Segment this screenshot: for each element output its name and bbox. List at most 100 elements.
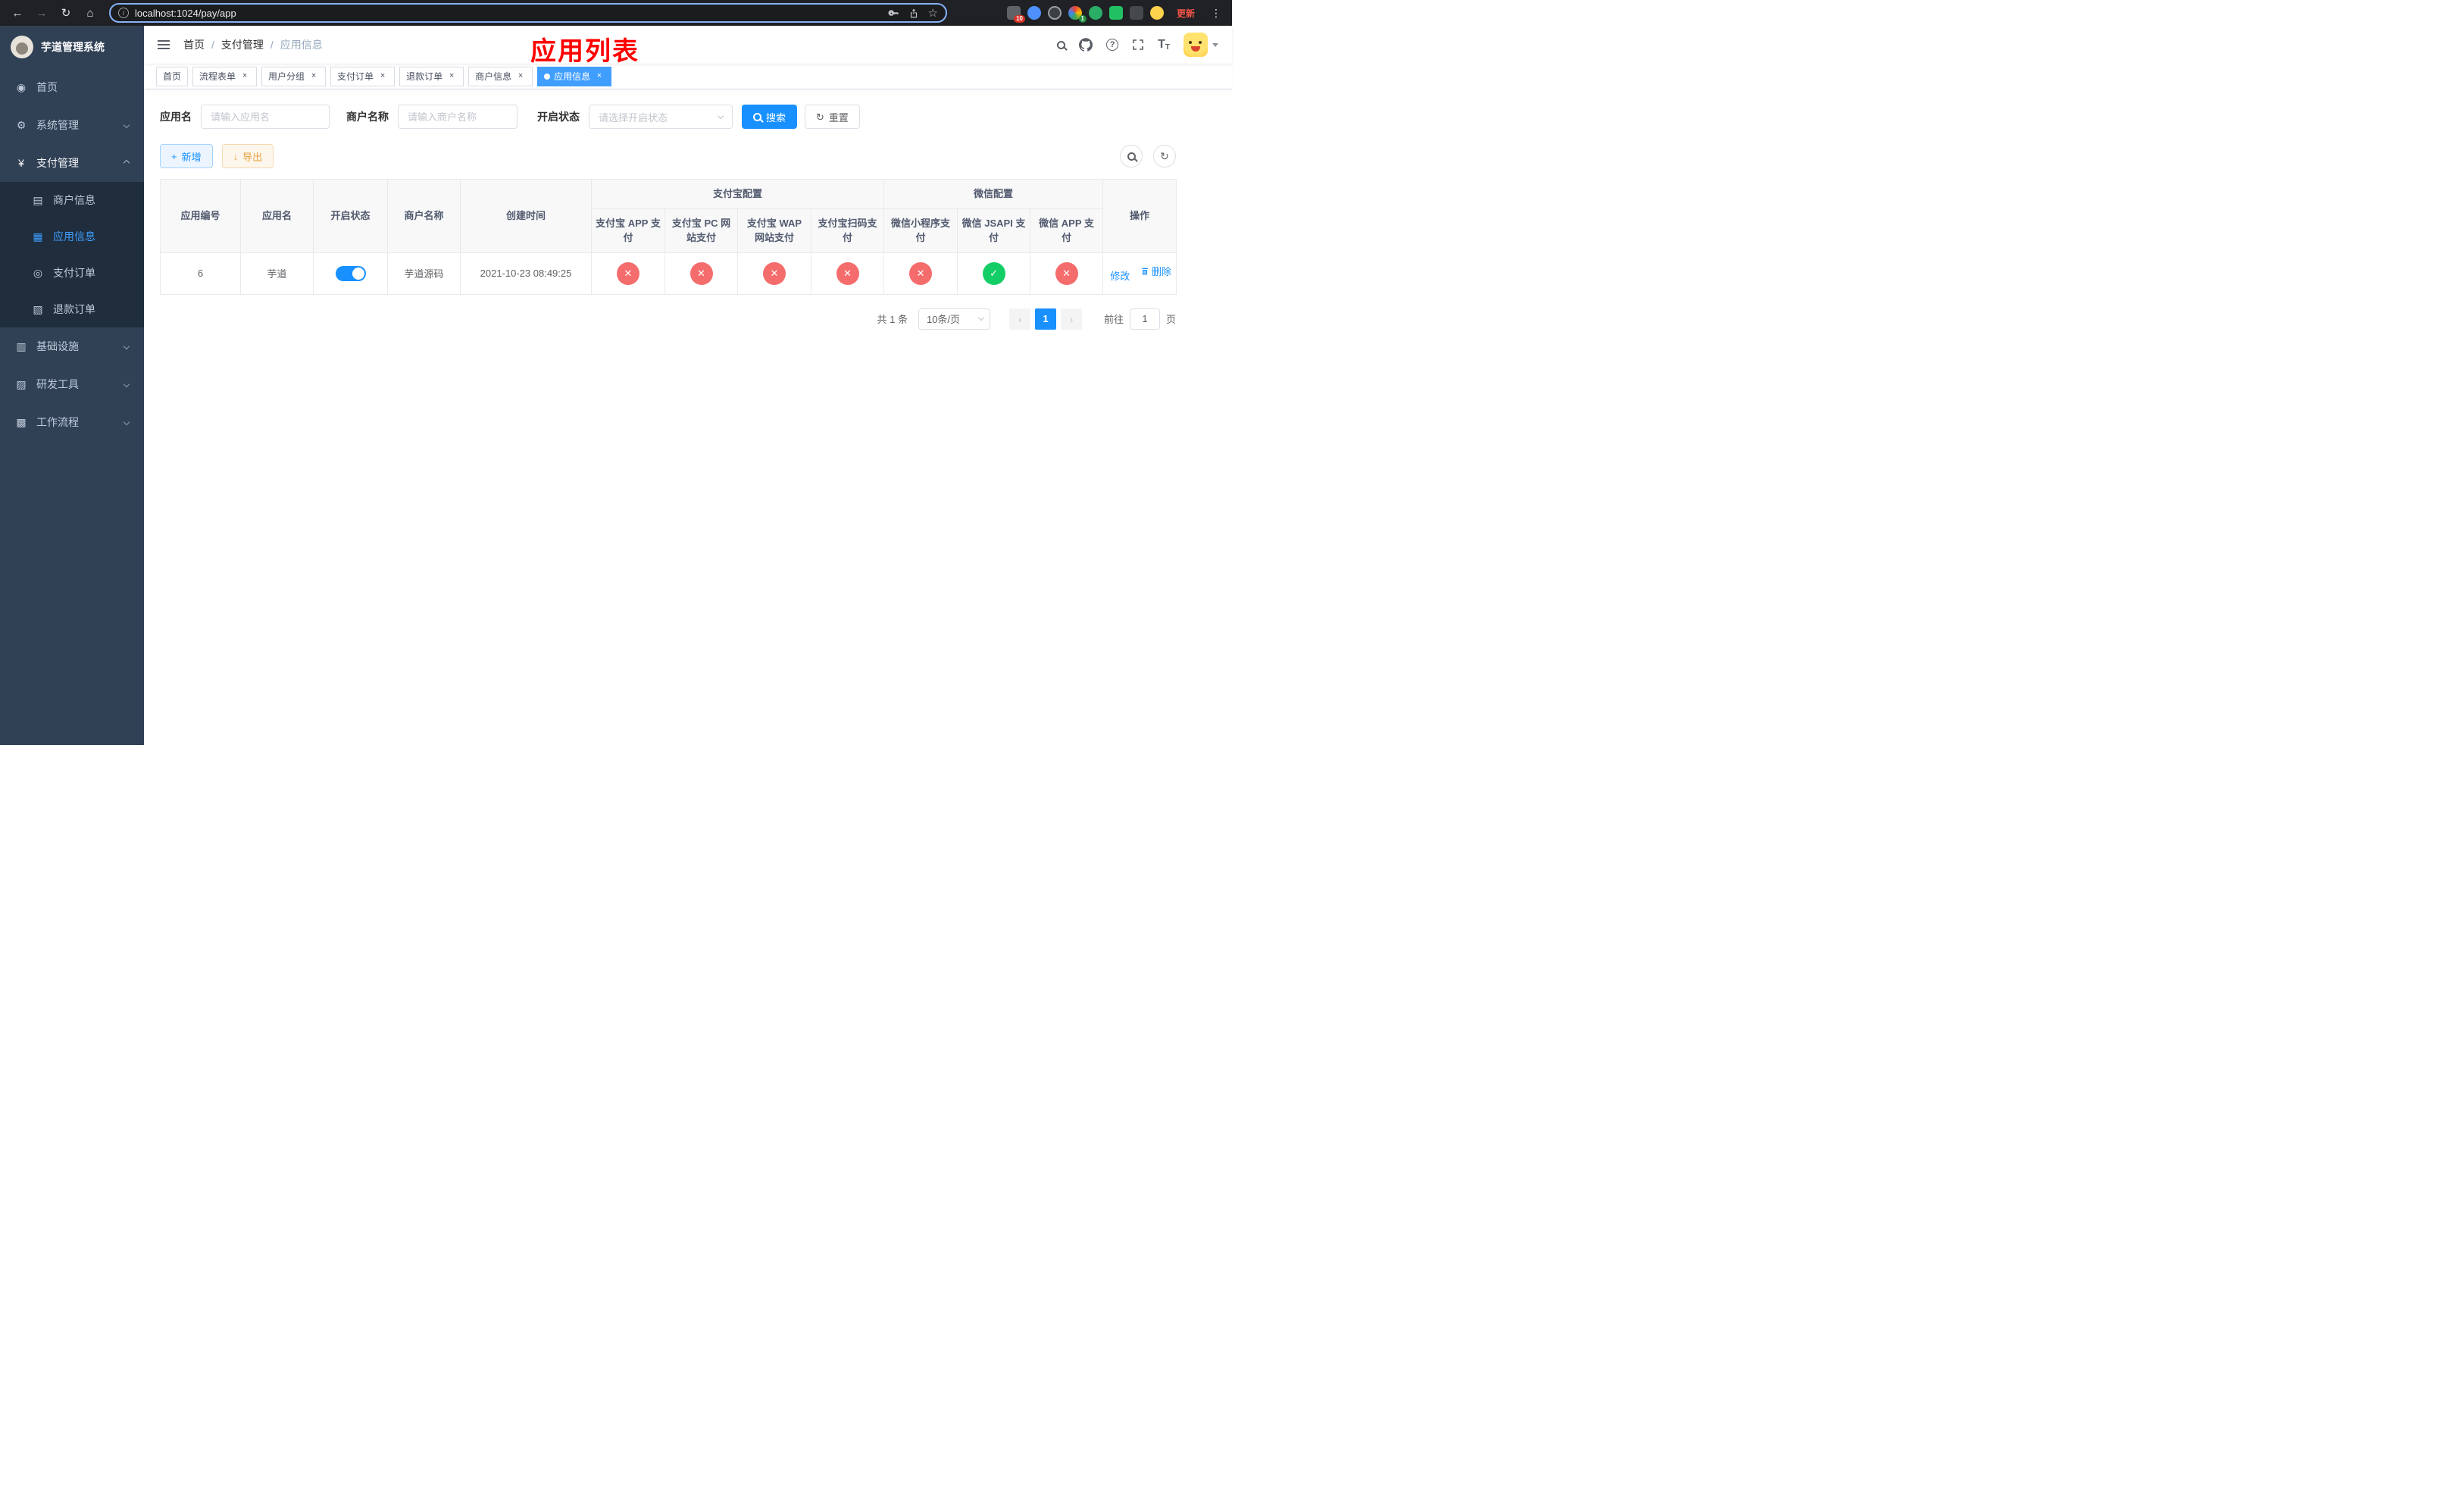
browser-home-icon[interactable]: ⌂: [80, 3, 100, 23]
extension-badge: 1: [1078, 15, 1087, 23]
sidebar-item-merchant-info[interactable]: ▤ 商户信息: [0, 182, 144, 218]
tag-refund-order[interactable]: 退款订单 ×: [399, 66, 464, 86]
tag-process-form[interactable]: 流程表单 ×: [192, 66, 258, 86]
sidebar-item-infrastructure[interactable]: ▥ 基础设施: [0, 327, 144, 365]
search-icon[interactable]: [1057, 40, 1066, 49]
col-app-name: 应用名: [240, 179, 314, 253]
share-icon[interactable]: [908, 8, 919, 19]
help-icon[interactable]: ?: [1106, 39, 1119, 51]
site-info-icon[interactable]: i: [118, 8, 129, 18]
infrastructure-icon: ▥: [16, 340, 27, 352]
user-menu[interactable]: [1184, 33, 1218, 57]
tag-user-group[interactable]: 用户分组 ×: [261, 66, 327, 86]
app-title: 芋道管理系统: [41, 41, 105, 53]
breadcrumb-payment[interactable]: 支付管理: [221, 37, 264, 52]
filter-form: 应用名 商户名称 开启状态 请选择开启状态 搜索 ↻ 重置: [160, 105, 1176, 129]
top-navbar: 首页 / 支付管理 / 应用信息 ? TT: [144, 26, 1232, 64]
sidebar-item-refund-order[interactable]: ▧ 退款订单: [0, 291, 144, 327]
chevron-down-icon: [717, 112, 724, 119]
chevron-down-icon: [123, 121, 130, 129]
table-row: 6 芋道 芋道源码 2021-10-23 08:49:25 ✕ ✕ ✕ ✕ ✕ …: [160, 252, 1177, 295]
font-size-icon[interactable]: TT: [1158, 38, 1170, 52]
delete-link[interactable]: 删除: [1140, 264, 1171, 278]
search-icon: [1127, 152, 1136, 161]
sidebar-item-payment[interactable]: ¥ 支付管理: [0, 144, 144, 182]
extension-face-icon[interactable]: [1149, 6, 1164, 20]
url-text: localhost:1024/pay/app: [135, 7, 236, 19]
page-1-button[interactable]: 1: [1034, 308, 1056, 330]
fullscreen-icon[interactable]: [1132, 39, 1144, 51]
extension-puzzle2-icon[interactable]: [1129, 6, 1143, 20]
extension-wechat-icon[interactable]: [1088, 6, 1102, 20]
extension-puzzle-icon[interactable]: 10: [1006, 6, 1025, 23]
chevron-down-icon: [123, 343, 130, 350]
chevron-down-icon: [1212, 42, 1218, 47]
tag-home[interactable]: 首页: [156, 66, 189, 86]
wechat-app-status-icon: ✕: [1055, 261, 1078, 285]
goto-page-input[interactable]: [1129, 308, 1160, 330]
refresh-icon: ↻: [816, 111, 824, 123]
address-bar[interactable]: i localhost:1024/pay/app ☆: [109, 3, 947, 23]
tag-merchant-info[interactable]: 商户信息 ×: [468, 66, 533, 86]
close-icon[interactable]: ×: [515, 71, 526, 82]
app-grid-icon: ▦: [33, 230, 43, 243]
app-logo[interactable]: 芋道管理系统: [0, 26, 144, 68]
browser-menu-icon[interactable]: ⋮: [1208, 7, 1224, 20]
status-label: 开启状态: [537, 111, 580, 123]
sidebar-item-pay-order[interactable]: ◎ 支付订单: [0, 255, 144, 291]
browser-forward-icon[interactable]: →: [32, 3, 52, 23]
close-icon[interactable]: ×: [377, 71, 388, 82]
merchant-name-label: 商户名称: [346, 111, 389, 123]
page-size-select[interactable]: 10条/页: [918, 308, 990, 330]
extension-chat-icon[interactable]: [1108, 6, 1123, 20]
enable-switch[interactable]: [335, 265, 366, 281]
col-alipay-app: 支付宝 APP 支付: [591, 208, 665, 253]
refresh-table-button[interactable]: ↻: [1153, 145, 1176, 167]
workflow-icon: ▩: [16, 415, 27, 428]
yen-icon: ¥: [18, 157, 24, 169]
extension-dark-icon[interactable]: [1047, 6, 1062, 20]
export-button[interactable]: ↓ 导出: [221, 144, 274, 168]
browser-update-button[interactable]: 更新: [1171, 4, 1201, 23]
close-icon[interactable]: ×: [308, 71, 319, 82]
col-status: 开启状态: [313, 179, 388, 253]
reset-button[interactable]: ↻ 重置: [805, 105, 860, 129]
sidebar-item-workflow[interactable]: ▩ 工作流程: [0, 403, 144, 441]
next-page-button[interactable]: ›: [1060, 308, 1082, 330]
sidebar-collapse-icon[interactable]: [144, 26, 183, 64]
tag-app-info[interactable]: 应用信息 ×: [537, 66, 612, 86]
sidebar-item-devtools[interactable]: ▨ 研发工具: [0, 365, 144, 403]
cell-app-id: 6: [160, 252, 241, 295]
breadcrumb-home[interactable]: 首页: [183, 37, 205, 52]
alipay-qr-status-icon: ✕: [836, 261, 859, 285]
bookmark-star-icon[interactable]: ☆: [928, 6, 938, 20]
prev-page-button[interactable]: ‹: [1008, 308, 1030, 330]
sidebar-item-app-info[interactable]: ▦ 应用信息: [0, 218, 144, 255]
browser-reload-icon[interactable]: ↻: [56, 3, 76, 23]
browser-back-icon[interactable]: ←: [8, 3, 27, 23]
sidebar-item-home[interactable]: ◉ 首页: [0, 68, 144, 106]
edit-link[interactable]: 修改: [1108, 268, 1130, 283]
close-icon[interactable]: ×: [239, 71, 250, 82]
app-name-label: 应用名: [160, 111, 192, 123]
extension-color-icon[interactable]: 1: [1068, 6, 1087, 23]
close-icon[interactable]: ×: [446, 71, 457, 82]
col-merchant: 商户名称: [387, 179, 461, 253]
col-created: 创建时间: [460, 179, 592, 253]
search-button[interactable]: 搜索: [742, 105, 798, 129]
sidebar-item-system[interactable]: ⚙ 系统管理: [0, 106, 144, 144]
github-icon[interactable]: [1079, 38, 1093, 52]
status-select[interactable]: 请选择开启状态: [589, 105, 733, 129]
merchant-name-input[interactable]: [398, 105, 518, 129]
toggle-search-button[interactable]: [1120, 145, 1143, 167]
password-key-icon[interactable]: [888, 8, 899, 19]
col-app-id: 应用编号: [160, 179, 241, 253]
alipay-app-status-icon: ✕: [617, 261, 639, 285]
chevron-down-icon: [977, 314, 985, 321]
extension-blue-icon[interactable]: [1027, 6, 1041, 20]
app-name-input[interactable]: [201, 105, 330, 129]
chevron-up-icon: [123, 159, 130, 167]
add-button[interactable]: + 新增: [160, 144, 213, 168]
tag-pay-order[interactable]: 支付订单 ×: [330, 66, 396, 86]
close-icon[interactable]: ×: [594, 71, 605, 82]
